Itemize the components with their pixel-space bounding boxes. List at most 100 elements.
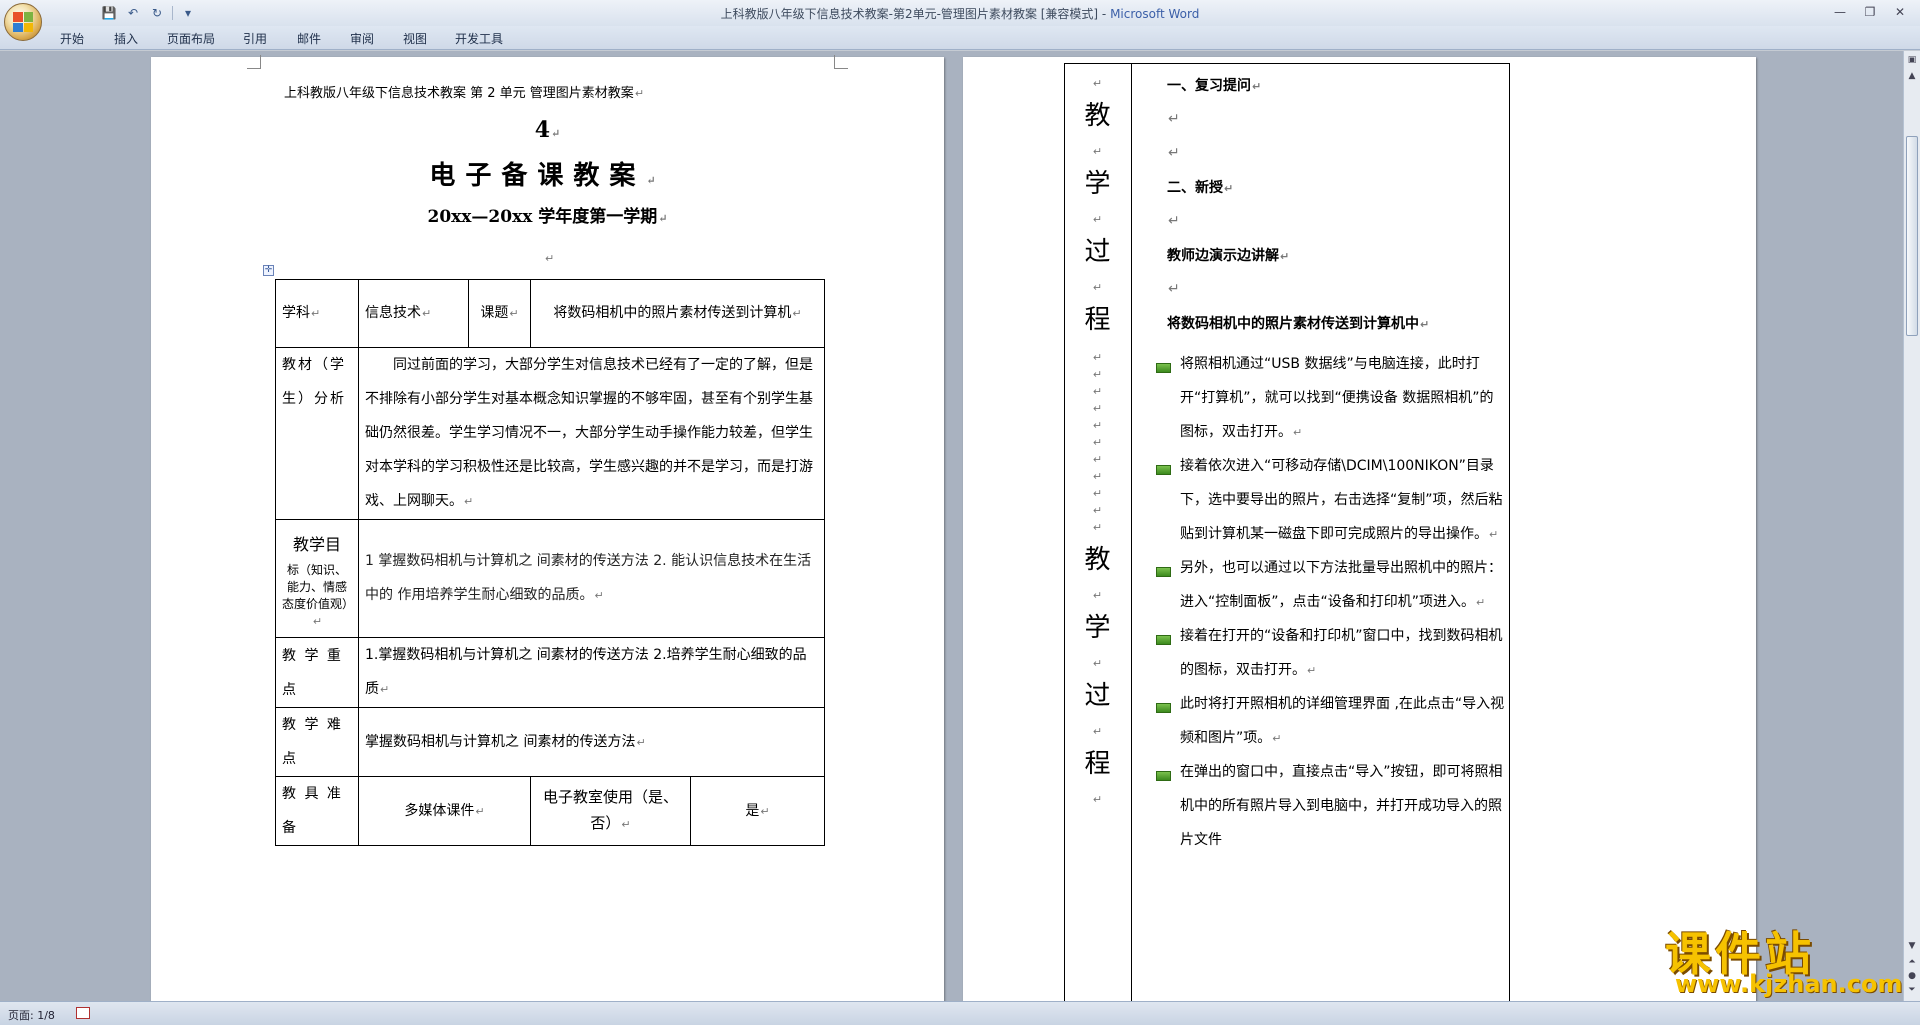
process-label-char: 程 — [1084, 749, 1111, 779]
line-text: 将数码相机中的照片素材传送到计算机中 — [1167, 316, 1419, 332]
topic-value: 将数码相机中的照片素材传送到计算机↵ — [529, 279, 826, 348]
table-row: 学科↵ 信息技术↵ 课题↵ 将数码相机中的照片素材传送到计算机↵ — [275, 279, 826, 348]
objectives-text: 1 掌握数码相机与计算机之 间素材的传送方法 2. 能认识信息技术在生活 中的 … — [357, 519, 826, 638]
table-move-handle-icon[interactable]: ✛ — [263, 265, 274, 276]
process-label-char: 程 — [1084, 305, 1111, 335]
review-heading: 一、复习提问↵ — [1167, 78, 1262, 94]
page-1[interactable]: 上科教版八年级下信息技术教案 第 2 单元 管理图片素材教案↵ 4↵ 电子备课教… — [151, 55, 944, 1001]
scrollbar-thumb[interactable] — [1906, 136, 1918, 336]
line-text: 一、复习提问 — [1167, 78, 1251, 94]
tab-review[interactable]: 审阅 — [350, 30, 374, 47]
paragraph-mark: ↵ — [1168, 281, 1180, 297]
table-row: 教学目 标（知识、能力、情感态度价值观）↵ 1 掌握数码相机与计算机之 间素材的传… — [275, 519, 826, 638]
crop-mark — [247, 55, 261, 69]
office-button[interactable] — [4, 3, 42, 41]
cell-text: 电子教室使用（是、否） — [542, 788, 678, 832]
tab-page-layout[interactable]: 页面布局 — [167, 30, 215, 47]
document-title: 上科教版八年级下信息技术教案-第2单元-管理图片素材教案 [兼容模式] - — [720, 7, 1111, 21]
paragraph-mark: ↵ — [1092, 436, 1103, 449]
paragraph-mark: ↵ — [1092, 521, 1103, 534]
paragraph-mark: ↵ — [1092, 589, 1103, 602]
tab-references[interactable]: 引用 — [243, 30, 267, 47]
term-text: 20xx—20xx 学年度第一学期 — [427, 207, 658, 227]
step-text: 将照相机通过“USB 数据线”与电脑连接，此时打开“打算机”，就可以找到“便携设… — [1180, 356, 1494, 440]
tab-insert[interactable]: 插入 — [114, 30, 138, 47]
topic-line: 将数码相机中的照片素材传送到计算机中↵ — [1167, 316, 1430, 332]
cell-text: 教 学 难 点 — [282, 717, 343, 767]
paragraph-mark: ↵ — [1092, 504, 1103, 517]
difficulties-text: 掌握数码相机与计算机之 间素材的传送方法↵ — [357, 707, 826, 777]
paragraph-mark: ↵ — [1168, 111, 1180, 127]
cell-text: 信息技术 — [365, 305, 421, 321]
cell-text: 教 学 重 点 — [282, 647, 343, 698]
paragraph-mark: ↵ — [545, 252, 555, 265]
status-bar: 页面: 1/8 — [0, 1001, 1920, 1025]
cell-text: 掌握数码相机与计算机之 间素材的传送方法 — [365, 733, 636, 750]
title-bar: 💾 ↶ ↻ ▾ 上科教版八年级下信息技术教案-第2单元-管理图片素材教案 [兼容… — [0, 0, 1920, 26]
table-row: 教 学 难 点 掌握数码相机与计算机之 间素材的传送方法↵ — [275, 707, 826, 777]
lesson-number: 4↵ — [534, 117, 561, 143]
window-controls: — ❐ ✕ — [1826, 2, 1914, 22]
scroll-down-icon[interactable]: ▼ — [1905, 939, 1919, 953]
cell-text: 学科 — [282, 305, 310, 321]
line-text: 此时将打开照相机的详细管理界面 ,在此点击“导入视频和图片”项。 — [1180, 696, 1505, 746]
maximize-icon[interactable]: ❐ — [1856, 2, 1884, 22]
topic-label: 课题↵ — [468, 279, 531, 348]
cell-text: 教学目 — [292, 534, 341, 554]
line-text: 二、新授 — [1167, 180, 1223, 196]
bullet-icon — [1156, 635, 1171, 645]
line-text: 接着依次进入“可移动存储\DCIM\100NIKON”目录下，选中要导出的照片，… — [1180, 458, 1503, 542]
document-header: 上科教版八年级下信息技术教案 第 2 单元 管理图片素材教案↵ — [284, 86, 645, 101]
cell-text: 1.掌握数码相机与计算机之 间素材的传送方法 2.培养学生耐心细致的品质 — [365, 647, 807, 697]
term-line: 20xx—20xx 学年度第一学期↵ — [427, 207, 668, 227]
classroom-use-value: 是↵ — [689, 776, 826, 846]
cell-text: 教 具 准 备 — [282, 786, 343, 836]
paragraph-mark: ↵ — [1092, 419, 1103, 432]
next-page-icon[interactable]: ⏷ — [1905, 983, 1919, 997]
paragraph-mark: ↵ — [1092, 487, 1103, 500]
tab-mailings[interactable]: 邮件 — [297, 30, 321, 47]
cell-text: 多媒体课件 — [404, 802, 475, 819]
paragraph-mark: ↵ — [1092, 453, 1103, 466]
cell-text: 同过前面的学习，大部分学生对信息技术已经有了一定的了解，但是不排除有小部分学生对… — [365, 357, 813, 509]
column-divider — [1131, 63, 1132, 1001]
new-lesson-heading: 二、新授↵ — [1167, 180, 1234, 196]
vertical-scrollbar[interactable]: ▣ ▲ ▼ ⏶ ● ⏷ — [1903, 51, 1920, 1001]
step-text: 另外，也可以通过以下方法批量导出照机中的照片：进入“控制面板”，点击“设备和打印… — [1180, 560, 1502, 610]
teaching-aids-value: 多媒体课件↵ — [358, 776, 531, 846]
watermark-url: www.kjzhan.com — [1675, 970, 1903, 998]
paragraph-mark: ↵ — [1092, 351, 1103, 364]
line-text: 在弹出的窗口中，直接点击“导入”按钮，即可将照相机中的所有照片导入到电脑中，并打… — [1180, 764, 1503, 848]
paragraph-mark: ↵ — [1092, 725, 1103, 738]
page-2[interactable]: ↵ 教 ↵ 学 ↵ 过 ↵ 程 ↵ ↵ ↵ ↵ ↵ ↵ ↵ ↵ ↵ ↵ ↵ 教 … — [963, 57, 1756, 1001]
line-text: 教师边演示边讲解 — [1167, 248, 1279, 264]
page-count[interactable]: 页面: 1/8 — [8, 1007, 55, 1023]
tab-developer[interactable]: 开发工具 — [455, 30, 503, 47]
paragraph-mark: ↵ — [1168, 145, 1180, 161]
close-icon[interactable]: ✕ — [1886, 2, 1914, 22]
document-area[interactable]: 上科教版八年级下信息技术教案 第 2 单元 管理图片素材教案↵ 4↵ 电子备课教… — [0, 51, 1903, 1001]
material-analysis-label: 教材（学生）分析 — [275, 347, 359, 520]
scroll-up-icon[interactable]: ▲ — [1905, 69, 1919, 83]
process-label-char: 教 — [1084, 101, 1111, 131]
step-text: 在弹出的窗口中，直接点击“导入”按钮，即可将照相机中的所有照片导入到电脑中，并打… — [1180, 755, 1505, 857]
ribbon-tabs: 开始 插入 页面布局 引用 邮件 审阅 视图 开发工具 — [0, 26, 1920, 50]
paragraph-mark: ↵ — [1092, 213, 1103, 226]
line-text: 将照相机通过“USB 数据线”与电脑连接，此时打开“打算机”，就可以找到“便携设… — [1180, 356, 1494, 440]
tab-home[interactable]: 开始 — [60, 30, 84, 47]
subject-label: 学科↵ — [275, 279, 359, 348]
proofing-icon[interactable] — [76, 1007, 90, 1019]
page-title: 电子备课教案↵ — [429, 161, 666, 191]
cell-text: 标（知识、能力、情感态度价值观） — [282, 562, 355, 611]
process-label-char: 过 — [1084, 237, 1111, 267]
previous-page-icon[interactable]: ⏶ — [1905, 955, 1919, 969]
lesson-info-table: 学科↵ 信息技术↵ 课题↵ 将数码相机中的照片素材传送到计算机↵ 教材（学生）分… — [275, 279, 826, 846]
minimize-icon[interactable]: — — [1826, 2, 1854, 22]
ruler-toggle-icon[interactable]: ▣ — [1905, 53, 1919, 67]
crop-mark — [834, 55, 848, 69]
paragraph-mark: ↵ — [1092, 368, 1103, 381]
process-label-char: 教 — [1084, 545, 1111, 575]
browse-object-icon[interactable]: ● — [1905, 969, 1919, 983]
office-logo-icon — [13, 12, 33, 32]
tab-view[interactable]: 视图 — [403, 30, 427, 47]
